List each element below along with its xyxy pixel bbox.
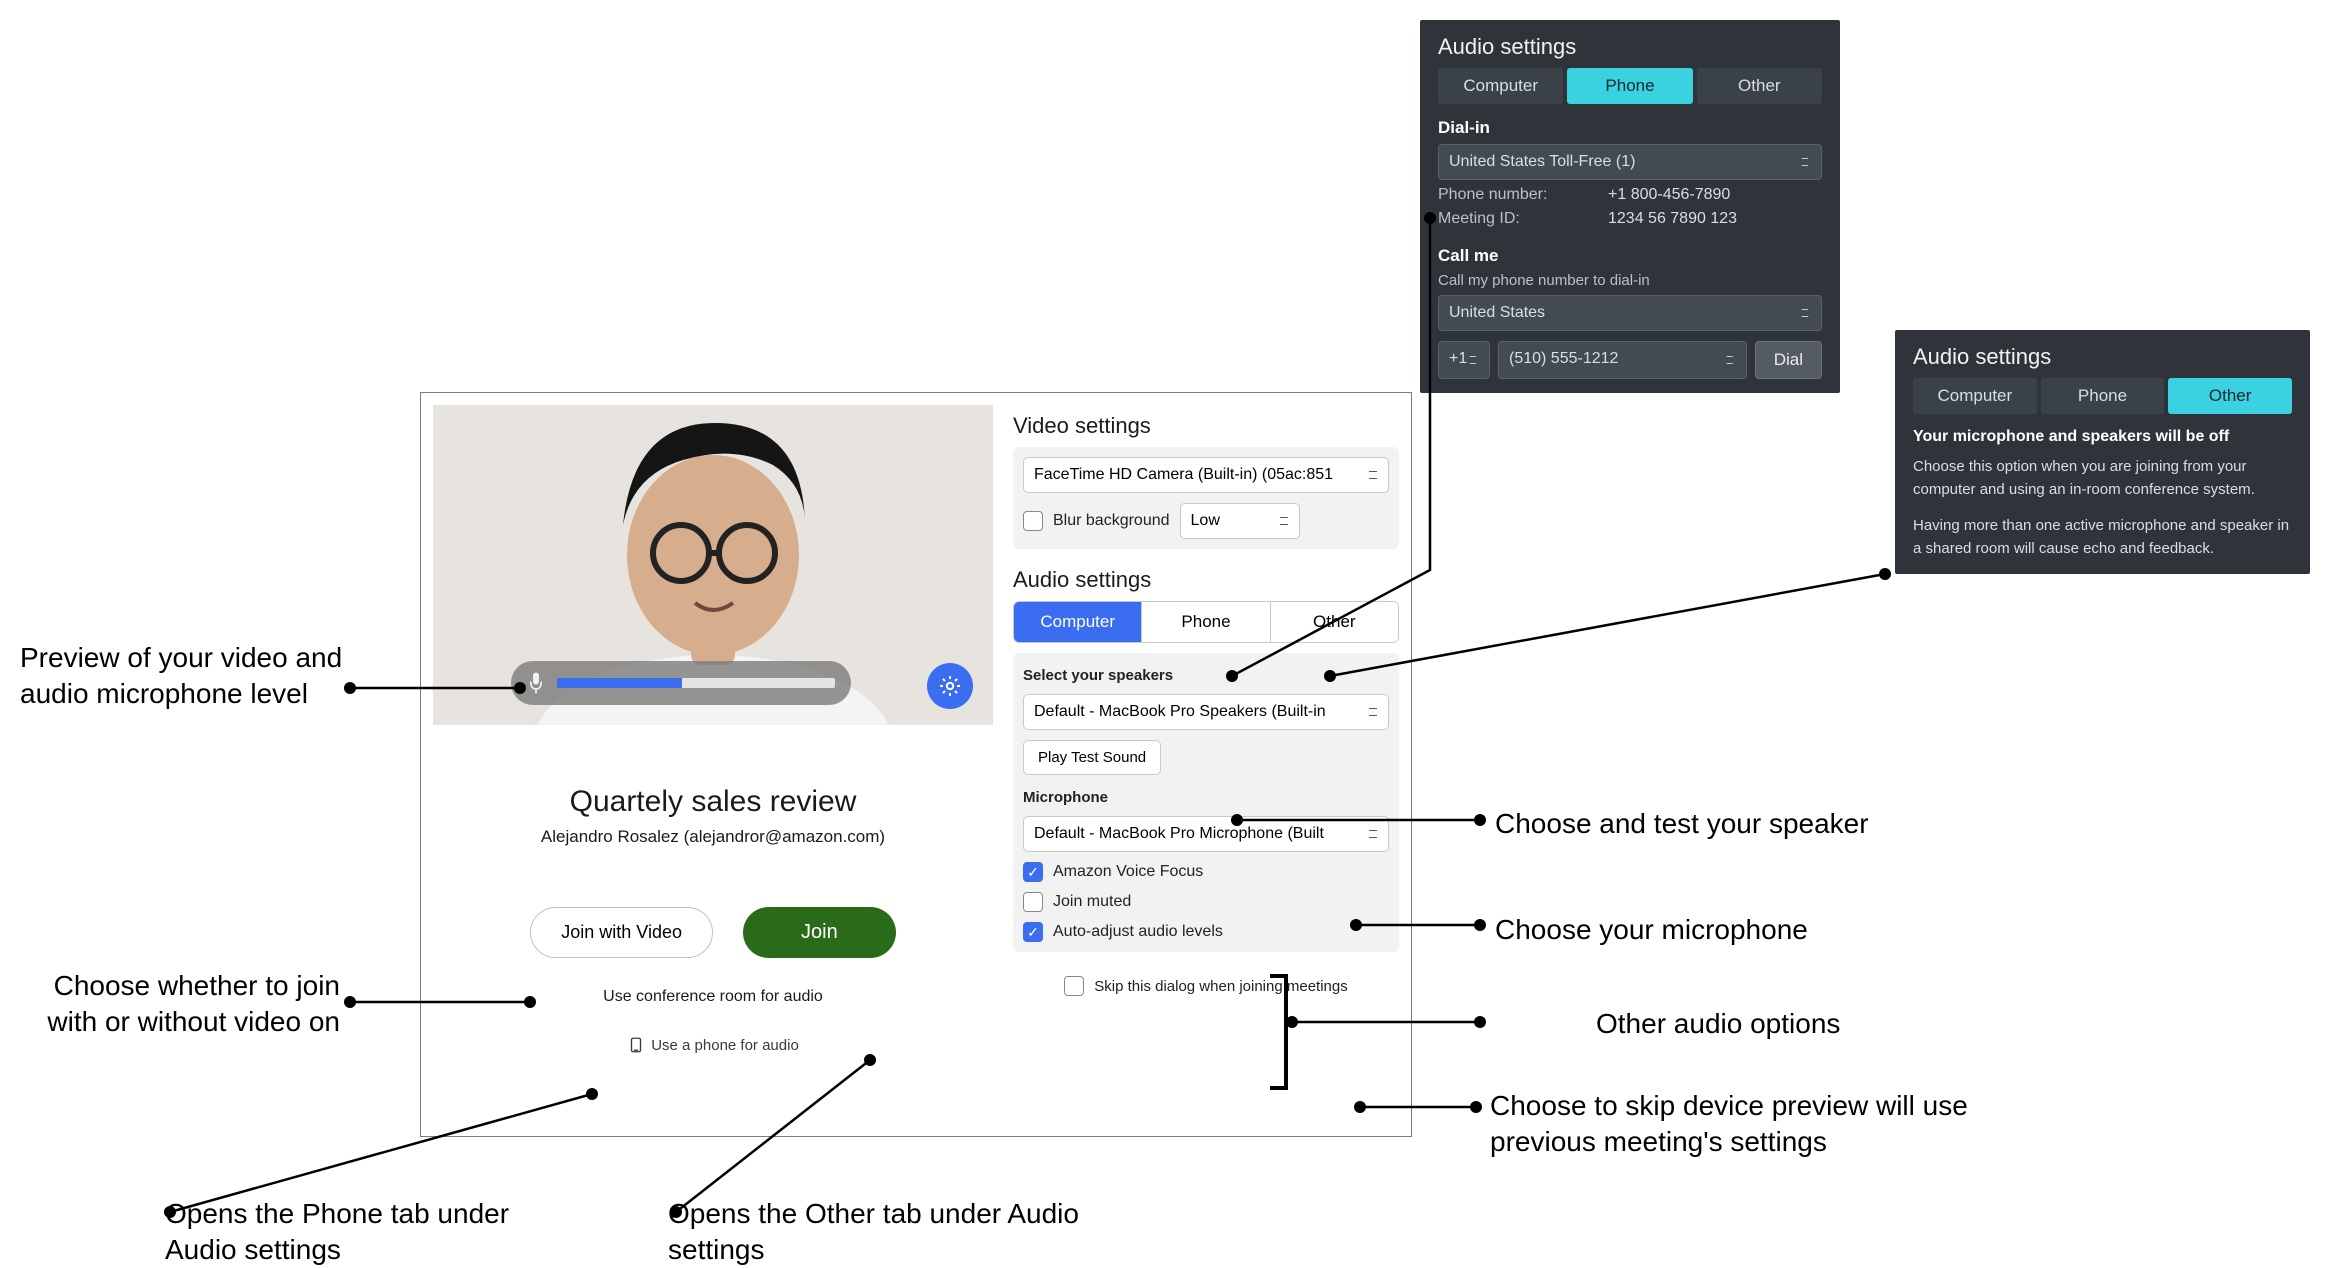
audio-options-bracket xyxy=(1270,974,1288,1090)
skip-dialog-label: Skip this dialog when joining meetings xyxy=(1094,978,1347,995)
voice-focus-label: Amazon Voice Focus xyxy=(1053,863,1203,881)
dialog-left-pane: Quartely sales review Alejandro Rosalez … xyxy=(433,405,993,1124)
dial-button[interactable]: Dial xyxy=(1755,341,1822,379)
audio-settings-section: Audio settings Computer Phone Other Sele… xyxy=(1013,567,1399,952)
mic-icon xyxy=(527,671,545,695)
auto-adjust-levels-checkbox[interactable] xyxy=(1023,922,1043,942)
meeting-title-block: Quartely sales review Alejandro Rosalez … xyxy=(433,785,993,847)
caption-preview: Preview of your video and audio micropho… xyxy=(20,640,350,712)
meeting-host: Alejandro Rosalez (alejandror@amazon.com… xyxy=(433,827,993,847)
video-settings-title: Video settings xyxy=(1013,413,1399,439)
use-phone-link-label: Use a phone for audio xyxy=(651,1037,799,1054)
audio-settings-phone-panel: Audio settings Computer Phone Other Dial… xyxy=(1420,20,1840,393)
caption-skip: Choose to skip device preview will use p… xyxy=(1490,1088,2080,1160)
mic-level-track xyxy=(557,678,835,688)
device-preview-dialog: Quartely sales review Alejandro Rosalez … xyxy=(420,392,1412,1137)
audio-settings-title: Audio settings xyxy=(1013,567,1399,593)
audio-settings-other-panel: Audio settings Computer Phone Other Your… xyxy=(1895,330,2310,574)
mic-level-fill xyxy=(557,678,682,688)
meeting-title: Quartely sales review xyxy=(433,785,993,819)
microphone-label: Microphone xyxy=(1023,789,1389,806)
callme-number-input[interactable]: (510) 555-1212 xyxy=(1498,341,1747,379)
callme-label: Call me xyxy=(1438,246,1822,266)
tab-other[interactable]: Other xyxy=(1270,602,1398,642)
meeting-id-value: 1234 56 7890 123 xyxy=(1608,210,1737,228)
caption-openphone: Opens the Phone tab under Audio settings xyxy=(165,1196,585,1268)
phone-panel-tab-other[interactable]: Other xyxy=(1697,68,1822,104)
callme-sublabel: Call my phone number to dial-in xyxy=(1438,272,1822,289)
blur-intensity-select[interactable]: Low xyxy=(1180,503,1300,539)
other-paragraph-1: Choose this option when you are joining … xyxy=(1913,456,2292,501)
dialin-label: Dial-in xyxy=(1438,118,1822,138)
video-settings-gear-button[interactable] xyxy=(927,663,973,709)
callme-region-select[interactable]: United States xyxy=(1438,295,1822,331)
other-panel-tab-other[interactable]: Other xyxy=(2168,378,2292,414)
gear-icon xyxy=(938,674,962,698)
voice-focus-checkbox[interactable] xyxy=(1023,862,1043,882)
join-muted-label: Join muted xyxy=(1053,893,1131,911)
other-panel-tab-computer[interactable]: Computer xyxy=(1913,378,2037,414)
join-button[interactable]: Join xyxy=(743,907,896,958)
video-settings-section: Video settings FaceTime HD Camera (Built… xyxy=(1013,413,1399,549)
dialog-right-pane: Video settings FaceTime HD Camera (Built… xyxy=(1013,405,1399,1124)
other-panel-tab-phone[interactable]: Phone xyxy=(2041,378,2165,414)
play-test-sound-button[interactable]: Play Test Sound xyxy=(1023,740,1161,775)
audio-tabs: Computer Phone Other xyxy=(1013,601,1399,643)
camera-select[interactable]: FaceTime HD Camera (Built-in) (05ac:851 xyxy=(1023,457,1389,493)
video-preview xyxy=(433,405,993,725)
skip-dialog-checkbox[interactable] xyxy=(1064,976,1084,996)
join-with-video-button[interactable]: Join with Video xyxy=(530,907,713,958)
blur-background-label: Blur background xyxy=(1053,512,1170,530)
join-muted-checkbox[interactable] xyxy=(1023,892,1043,912)
use-phone-for-audio-link[interactable]: Use a phone for audio xyxy=(433,1036,993,1054)
phone-number-label: Phone number: xyxy=(1438,186,1588,204)
blur-background-checkbox[interactable] xyxy=(1023,511,1043,531)
use-conference-room-link[interactable]: Use conference room for audio xyxy=(433,988,993,1006)
other-headline: Your microphone and speakers will be off xyxy=(1913,428,2292,446)
phone-panel-tab-phone[interactable]: Phone xyxy=(1567,68,1692,104)
speakers-label: Select your speakers xyxy=(1023,667,1389,684)
caption-speaker: Choose and test your speaker xyxy=(1495,806,1869,842)
auto-adjust-levels-label: Auto-adjust audio levels xyxy=(1053,923,1223,941)
callme-country-code[interactable]: +1 xyxy=(1438,341,1490,379)
phone-panel-title: Audio settings xyxy=(1438,34,1822,60)
tab-computer[interactable]: Computer xyxy=(1014,602,1141,642)
speakers-select[interactable]: Default - MacBook Pro Speakers (Built-in xyxy=(1023,694,1389,730)
mic-level-pill xyxy=(511,661,851,705)
caption-otheraudio: Other audio options xyxy=(1596,1006,1840,1042)
phone-number-value: +1 800-456-7890 xyxy=(1608,186,1730,204)
caption-mic: Choose your microphone xyxy=(1495,912,1808,948)
other-paragraph-2: Having more than one active microphone a… xyxy=(1913,515,2292,560)
other-panel-title: Audio settings xyxy=(1913,344,2292,370)
tab-phone[interactable]: Phone xyxy=(1141,602,1269,642)
caption-openother: Opens the Other tab under Audio settings xyxy=(668,1196,1088,1268)
meeting-id-label: Meeting ID: xyxy=(1438,210,1588,228)
phone-device-icon xyxy=(627,1036,645,1054)
phone-panel-tab-computer[interactable]: Computer xyxy=(1438,68,1563,104)
microphone-select[interactable]: Default - MacBook Pro Microphone (Built xyxy=(1023,816,1389,852)
dialin-region-select[interactable]: United States Toll-Free (1) xyxy=(1438,144,1822,180)
caption-joinchoice: Choose whether to join with or without v… xyxy=(40,968,340,1040)
